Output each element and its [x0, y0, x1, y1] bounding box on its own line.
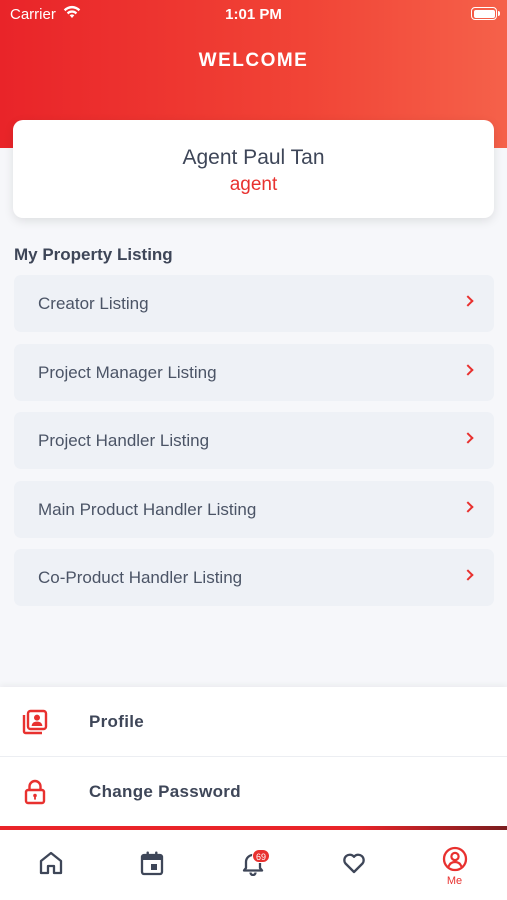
chevron-right-icon [462, 501, 474, 513]
change-password-menu-item[interactable]: Change Password [0, 757, 507, 827]
listing-label: Co-Product Handler Listing [38, 568, 243, 587]
listing-item-project-manager[interactable]: Project Manager Listing [14, 344, 494, 401]
tab-home[interactable] [0, 830, 101, 900]
tab-bar: 69 Me [0, 830, 507, 900]
listing-item-main-product-handler[interactable]: Main Product Handler Listing [14, 481, 494, 538]
status-bar: Carrier 1:01 PM [0, 0, 507, 28]
user-name: Agent Paul Tan [182, 146, 325, 169]
profile-menu-item[interactable]: Profile [0, 687, 507, 757]
user-role: agent [229, 174, 278, 195]
user-card: Agent Paul Tan agent [13, 120, 494, 218]
profile-label: Profile [89, 712, 145, 731]
listing-item-creator[interactable]: Creator Listing [14, 275, 494, 332]
calendar-icon [140, 851, 164, 876]
heart-icon [343, 853, 365, 874]
chevron-right-icon [462, 295, 474, 307]
listing-item-project-handler[interactable]: Project Handler Listing [14, 412, 494, 469]
listing-label: Creator Listing [38, 294, 149, 313]
chevron-right-icon [462, 569, 474, 581]
chevron-right-icon [462, 364, 474, 376]
battery-icon [471, 7, 500, 20]
tab-favorites[interactable] [303, 830, 404, 900]
listing-label: Project Manager Listing [38, 363, 217, 382]
listing-item-co-product-handler[interactable]: Co-Product Handler Listing [14, 549, 494, 606]
status-time: 1:01 PM [225, 6, 282, 23]
profile-icon [22, 709, 48, 735]
listing-label: Main Product Handler Listing [38, 500, 257, 519]
tab-notifications[interactable]: 69 [202, 830, 303, 900]
tab-me[interactable]: Me [404, 830, 505, 900]
chevron-right-icon [462, 432, 474, 444]
page-title: WELCOME [198, 50, 309, 71]
tab-calendar[interactable] [101, 830, 202, 900]
notification-badge: 69 [252, 849, 271, 863]
change-password-label: Change Password [89, 782, 241, 801]
tab-me-label: Me [446, 875, 463, 887]
lock-icon [24, 779, 46, 805]
account-menu: Profile Change Password [0, 687, 507, 827]
listing-label: Project Handler Listing [38, 431, 210, 450]
user-circle-icon [442, 846, 468, 872]
section-title: My Property Listing [14, 245, 173, 264]
home-icon [39, 851, 63, 875]
